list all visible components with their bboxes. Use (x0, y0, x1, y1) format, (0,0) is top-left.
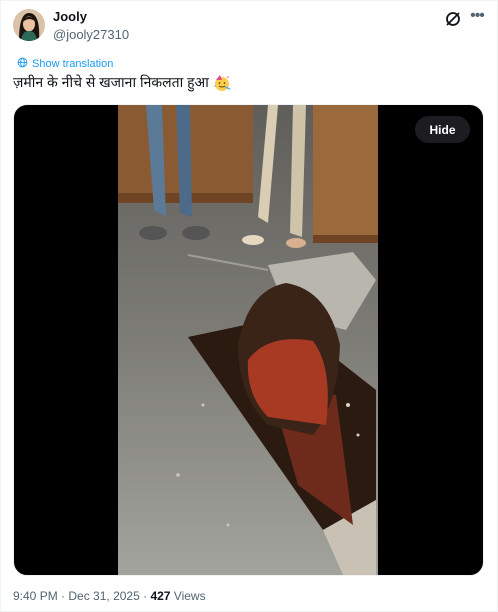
grok-icon[interactable] (443, 9, 463, 29)
more-options-icon[interactable]: ••• (467, 7, 487, 27)
author-handle[interactable]: @jooly27310 (53, 27, 129, 42)
avatar[interactable] (13, 9, 45, 41)
video-frame[interactable] (118, 105, 378, 575)
tweet-text: ज़मीन के नीचे से खजाना निकलता हुआ (13, 73, 231, 92)
meta-separator: · (57, 589, 69, 603)
tweet-card: Jooly @jooly27310 ••• Show translation ज… (0, 0, 498, 612)
tweet-time[interactable]: 9:40 PM (13, 589, 58, 603)
show-translation-link[interactable]: Show translation (17, 57, 113, 71)
views-count: 427 (150, 589, 171, 603)
globe-icon (17, 57, 28, 71)
party-face-emoji (213, 74, 231, 92)
author-name[interactable]: Jooly (53, 9, 87, 24)
meta-separator: · (139, 589, 151, 603)
show-translation-label: Show translation (32, 58, 114, 70)
tweet-meta: 9:40 PM · Dec 31, 2025 · 427 Views (13, 589, 206, 603)
tweet-date[interactable]: Dec 31, 2025 (68, 589, 139, 603)
views-label: Views (170, 589, 206, 603)
hide-button[interactable]: Hide (415, 116, 470, 143)
tweet-text-body: ज़मीन के नीचे से खजाना निकलता हुआ (13, 74, 209, 90)
video-player[interactable]: Hide (13, 104, 484, 576)
